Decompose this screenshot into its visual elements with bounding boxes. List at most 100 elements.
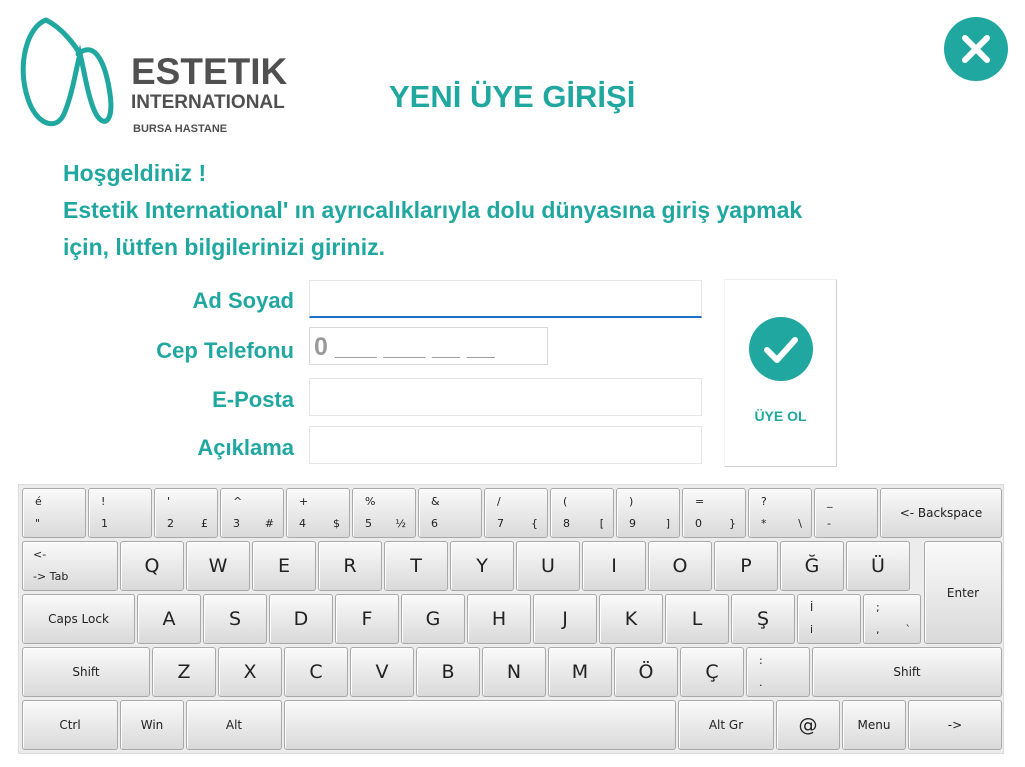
key-o[interactable]: O	[648, 541, 712, 591]
key-colon[interactable]: : .	[746, 647, 810, 697]
key-d[interactable]: D	[269, 594, 333, 644]
key-1-4[interactable]: + 4 $	[286, 488, 350, 538]
alt-key[interactable]: Alt	[186, 700, 282, 750]
phone-label: Cep Telefonu	[156, 338, 294, 363]
space-key[interactable]	[284, 700, 676, 750]
key-bottom-char: 2	[167, 517, 174, 530]
shift-left-key[interactable]: Shift	[22, 647, 150, 697]
key-q[interactable]: Q	[120, 541, 184, 591]
key-k[interactable]: K	[599, 594, 663, 644]
key-i[interactable]: I	[582, 541, 646, 591]
enter-key[interactable]: Enter	[924, 541, 1002, 644]
tab-bottom-label: -> Tab	[33, 570, 69, 583]
key-u-umlaut[interactable]: Ü	[846, 541, 910, 591]
key-1-2[interactable]: ' 2 £	[154, 488, 218, 538]
key-b[interactable]: B	[416, 647, 480, 697]
key-bottom-char: 5	[365, 517, 372, 530]
key-alt-char: ]	[665, 517, 670, 530]
caps-lock-key[interactable]: Caps Lock	[22, 594, 135, 644]
key-s[interactable]: S	[203, 594, 267, 644]
key-m[interactable]: M	[548, 647, 612, 697]
key-1-12[interactable]: _ -	[814, 488, 878, 538]
key-1-1[interactable]: ! 1	[88, 488, 152, 538]
key-bottom-char: -	[827, 517, 831, 530]
description-input[interactable]	[309, 426, 702, 464]
key-z[interactable]: Z	[152, 647, 216, 697]
name-input[interactable]	[309, 280, 702, 318]
tab-top-label: <-	[33, 548, 47, 561]
key-bottom-char: 7	[497, 517, 504, 530]
key-u[interactable]: U	[516, 541, 580, 591]
alt-gr-label: Alt Gr	[708, 718, 744, 732]
key-n[interactable]: N	[482, 647, 546, 697]
tab-key[interactable]: <- -> Tab	[22, 541, 118, 591]
ctrl-key[interactable]: Ctrl	[22, 700, 118, 750]
win-key[interactable]: Win	[120, 700, 184, 750]
key-1-5[interactable]: % 5 ½	[352, 488, 416, 538]
at-key[interactable]: @	[776, 700, 840, 750]
key-a[interactable]: A	[137, 594, 201, 644]
key-1-6[interactable]: & 6	[418, 488, 482, 538]
key-r[interactable]: R	[318, 541, 382, 591]
key-w[interactable]: W	[186, 541, 250, 591]
key-alt-char: ½	[395, 517, 406, 530]
menu-key[interactable]: Menu	[842, 700, 906, 750]
key-label: I	[611, 555, 617, 577]
key-c-cedilla[interactable]: Ç	[680, 647, 744, 697]
submit-button[interactable]: ÜYE OL	[724, 279, 837, 467]
key-top-char: _	[827, 495, 833, 508]
key-alt-char: [	[599, 517, 604, 530]
key-f[interactable]: F	[335, 594, 399, 644]
key-label: Ş	[756, 608, 770, 630]
alt-gr-key[interactable]: Alt Gr	[678, 700, 774, 750]
phone-input[interactable]: 0 ___ ___ __ __	[309, 327, 548, 365]
key-label: W	[208, 555, 228, 577]
key-h[interactable]: H	[467, 594, 531, 644]
key-l[interactable]: L	[665, 594, 729, 644]
key-s-cedilla[interactable]: Ş	[731, 594, 795, 644]
key-top-char: =	[695, 495, 705, 508]
key-1-8[interactable]: ( 8 [	[550, 488, 614, 538]
key-1-3[interactable]: ^ 3 #	[220, 488, 284, 538]
key-o-umlaut[interactable]: Ö	[614, 647, 678, 697]
key-alt-char: £	[201, 517, 208, 530]
greeting-line-1: Hoşgeldiniz !	[63, 160, 207, 186]
key-bottom-char: "	[35, 517, 41, 530]
key-t[interactable]: T	[384, 541, 448, 591]
key-top-char: İ	[810, 601, 814, 614]
page-title: YENİ ÜYE GİRİŞİ	[389, 79, 636, 114]
key-semicolon[interactable]: ; , `	[863, 594, 921, 644]
key-alt-char: }	[729, 517, 736, 530]
arrow-right-key[interactable]: ->	[908, 700, 1002, 750]
email-input[interactable]	[309, 378, 702, 416]
key-x[interactable]: X	[218, 647, 282, 697]
key-alt-char: \	[798, 517, 802, 530]
key-label: O	[672, 555, 688, 577]
key-dotted-i[interactable]: İ i	[797, 594, 861, 644]
backspace-key[interactable]: <- Backspace	[880, 488, 1002, 538]
key-alt-char: #	[264, 517, 274, 530]
key-bottom-char: i	[810, 623, 814, 636]
key-j[interactable]: J	[533, 594, 597, 644]
key-label: F	[361, 608, 373, 630]
key-label: @	[798, 714, 818, 736]
key-p[interactable]: P	[714, 541, 778, 591]
key-top-char: %	[365, 495, 376, 508]
on-screen-keyboard: é " ! 1 ' 2 £ ^ 3 # + 4 $ % 5 ½ & 6 / 7 …	[18, 484, 1004, 754]
key-label: V	[375, 661, 389, 683]
key-e[interactable]: E	[252, 541, 316, 591]
key-1-10[interactable]: = 0 }	[682, 488, 746, 538]
key-1-0[interactable]: é "	[22, 488, 86, 538]
key-v[interactable]: V	[350, 647, 414, 697]
key-g-breve[interactable]: Ğ	[780, 541, 844, 591]
shift-right-key[interactable]: Shift	[812, 647, 1002, 697]
key-alt-char: $	[333, 517, 340, 530]
key-top-char: ?	[761, 495, 767, 508]
close-button[interactable]	[944, 17, 1008, 81]
key-c[interactable]: C	[284, 647, 348, 697]
key-1-7[interactable]: / 7 {	[484, 488, 548, 538]
key-g[interactable]: G	[401, 594, 465, 644]
key-1-11[interactable]: ? * \	[748, 488, 812, 538]
key-1-9[interactable]: ) 9 ]	[616, 488, 680, 538]
key-y[interactable]: Y	[450, 541, 514, 591]
